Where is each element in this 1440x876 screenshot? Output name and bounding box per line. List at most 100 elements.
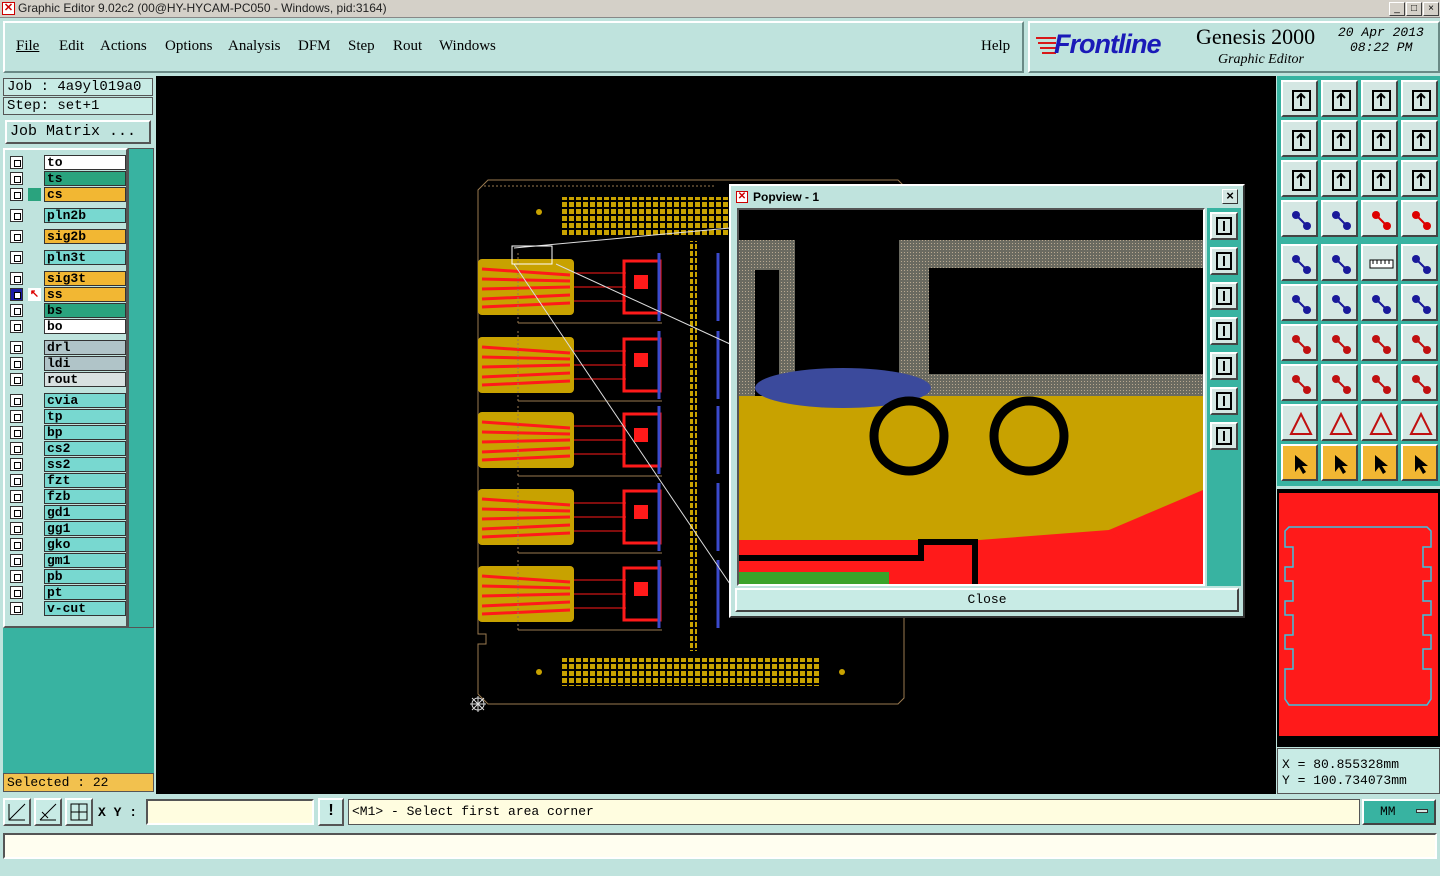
ruler-button[interactable] — [1361, 244, 1398, 281]
layer-name[interactable]: tp — [44, 409, 126, 424]
menu-actions[interactable]: Actions — [100, 38, 147, 55]
layer-checkbox[interactable] — [10, 209, 23, 222]
layer-checkbox[interactable] — [10, 442, 23, 455]
triangle-button[interactable] — [1281, 404, 1318, 441]
menu-step[interactable]: Step — [348, 38, 375, 55]
menu-windows[interactable]: Windows — [439, 38, 496, 55]
layer-checkbox[interactable] — [10, 506, 23, 519]
popview-up-button[interactable] — [1210, 247, 1238, 275]
layer-name[interactable]: pln3t — [44, 250, 126, 265]
layer-checkbox[interactable] — [10, 304, 23, 317]
popview-zoom-button[interactable] — [1210, 212, 1238, 240]
zoom-home-button[interactable] — [1281, 80, 1318, 117]
close-window-button[interactable]: × — [1423, 2, 1439, 16]
fit-all-button[interactable] — [1281, 160, 1318, 197]
pan-left-button[interactable] — [1281, 120, 1318, 157]
pad-select-button[interactable] — [1281, 364, 1318, 401]
cross-select-button[interactable] — [1321, 284, 1358, 321]
layer-name[interactable]: rout — [44, 372, 126, 387]
arc-button[interactable] — [1361, 324, 1398, 361]
layer-checkbox[interactable] — [10, 554, 23, 567]
layer-checkbox[interactable] — [10, 410, 23, 423]
measure-icon-button[interactable] — [34, 798, 62, 826]
menu-rout[interactable]: Rout — [393, 38, 422, 55]
group-button[interactable] — [1401, 364, 1438, 401]
layer-name[interactable]: gm1 — [44, 553, 126, 568]
menu-options[interactable]: Options — [165, 38, 213, 55]
popview-zoom-view[interactable] — [739, 210, 1203, 584]
layer-name[interactable]: cvia — [44, 393, 126, 408]
net-select-button[interactable] — [1361, 200, 1398, 237]
layer-name[interactable]: fzt — [44, 473, 126, 488]
layer-name[interactable]: gg1 — [44, 521, 126, 536]
cursor-button[interactable] — [1281, 444, 1318, 481]
layer-checkbox[interactable] — [10, 458, 23, 471]
line-select-button[interactable] — [1321, 364, 1358, 401]
layer-checkbox[interactable] — [10, 230, 23, 243]
wrench-button[interactable] — [1281, 200, 1318, 237]
layer-checkbox[interactable] — [10, 341, 23, 354]
layer-checkbox[interactable] — [10, 586, 23, 599]
layer-name[interactable]: ss2 — [44, 457, 126, 472]
layer-name[interactable]: drl — [44, 340, 126, 355]
layer-name[interactable]: sig3t — [44, 271, 126, 286]
layer-checkbox[interactable] — [10, 357, 23, 370]
cursor-select-button[interactable] — [1361, 444, 1398, 481]
popview-fit-screen-button[interactable] — [1210, 422, 1238, 450]
diagonal-button[interactable] — [1321, 324, 1358, 361]
layer-checkbox[interactable] — [10, 490, 23, 503]
add-pad-button[interactable] — [1281, 244, 1318, 281]
one-to-one-button[interactable] — [1361, 160, 1398, 197]
menu-analysis[interactable]: Analysis — [228, 38, 281, 55]
layer-name[interactable]: pt — [44, 585, 126, 600]
layer-name[interactable]: gd1 — [44, 505, 126, 520]
menu-help[interactable]: Help — [981, 38, 1010, 55]
layer-name[interactable]: ss — [44, 287, 126, 302]
home-button[interactable] — [1361, 80, 1398, 117]
fit-screen-button[interactable] — [1321, 160, 1358, 197]
layer-checkbox[interactable] — [10, 474, 23, 487]
menu-edit[interactable]: Edit — [59, 38, 84, 55]
snap-point-button[interactable] — [1361, 284, 1398, 321]
layer-name[interactable]: pb — [44, 569, 126, 584]
rotate-button[interactable] — [1361, 120, 1398, 157]
triangle-arrow-button[interactable] — [1321, 404, 1358, 441]
popview-fit-button[interactable] — [1210, 387, 1238, 415]
layer-checkbox[interactable] — [10, 426, 23, 439]
layer-checkbox[interactable] — [10, 522, 23, 535]
cursor-box-button[interactable] — [1321, 444, 1358, 481]
layer-name[interactable]: v-cut — [44, 601, 126, 616]
popview-close-icon[interactable]: × — [1222, 189, 1238, 204]
overview-panel[interactable] — [1277, 489, 1440, 747]
layer-name[interactable]: sig2b — [44, 229, 126, 244]
popview-left-button[interactable] — [1210, 317, 1238, 345]
popview-right-button[interactable] — [1210, 352, 1238, 380]
select-nodes-button[interactable] — [1281, 284, 1318, 321]
layer-checkbox[interactable] — [10, 570, 23, 583]
layer-checkbox[interactable] — [10, 394, 23, 407]
split-window-button[interactable] — [1401, 80, 1438, 117]
mirror-button[interactable] — [1401, 120, 1438, 157]
layer-checkbox[interactable] — [10, 156, 23, 169]
layer-checkbox[interactable] — [10, 288, 23, 301]
layer-name[interactable]: to — [44, 155, 126, 170]
triangle-filled-button[interactable] — [1361, 404, 1398, 441]
measure-gap-button[interactable] — [1361, 364, 1398, 401]
layer-name[interactable]: pln2b — [44, 208, 126, 223]
layer-checkbox[interactable] — [10, 602, 23, 615]
layer-name[interactable]: fzb — [44, 489, 126, 504]
maximize-button[interactable]: □ — [1406, 2, 1422, 16]
alert-button[interactable]: ! — [318, 798, 344, 826]
layer-name[interactable]: cs — [44, 187, 126, 202]
layer-checkbox[interactable] — [10, 172, 23, 185]
layer-name[interactable]: ldi — [44, 356, 126, 371]
layer-checkbox[interactable] — [10, 188, 23, 201]
menu-file[interactable]: File — [16, 38, 39, 55]
layer-name[interactable]: bs — [44, 303, 126, 318]
layer-name[interactable]: bp — [44, 425, 126, 440]
pan-right-button[interactable] — [1321, 120, 1358, 157]
layer-checkbox[interactable] — [10, 272, 23, 285]
angle-button[interactable] — [1281, 324, 1318, 361]
layer-name[interactable]: bo — [44, 319, 126, 334]
help-button[interactable] — [1401, 160, 1438, 197]
